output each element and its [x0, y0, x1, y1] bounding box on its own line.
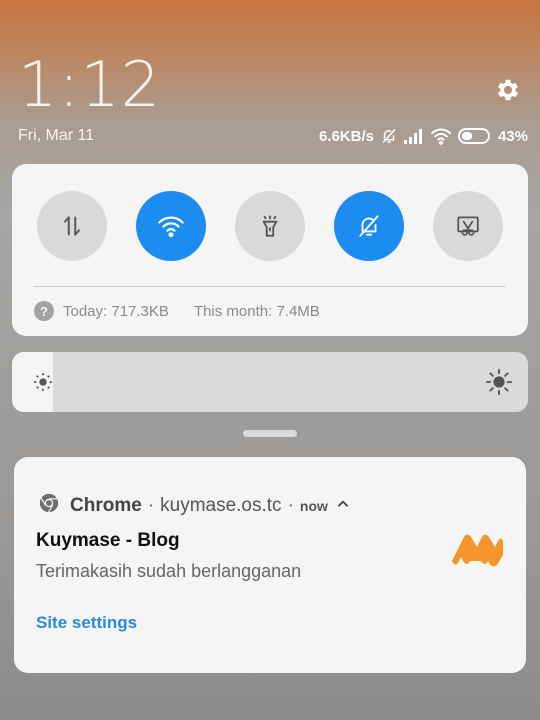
brightness-slider[interactable] [12, 352, 528, 412]
drag-handle[interactable] [243, 430, 297, 437]
data-arrows-icon [63, 216, 81, 236]
chevron-up-icon[interactable] [336, 495, 350, 517]
site-settings-button[interactable]: Site settings [36, 613, 137, 633]
mobile-data-tile[interactable] [37, 191, 107, 261]
notification-body: Terimakasih sudah berlangganan [36, 561, 302, 581]
bell-off-status-icon [380, 127, 398, 145]
bell-off-icon [359, 215, 379, 237]
brightness-high-icon [485, 368, 513, 401]
clock: 1:12 [18, 48, 162, 121]
silent-tile[interactable] [334, 191, 404, 261]
data-usage[interactable]: ? Today: 717.3KB This month: 7.4MB [34, 301, 320, 321]
notification-time: now [299, 498, 328, 514]
screenshot-tile[interactable] [433, 191, 503, 261]
wifi-tile[interactable] [136, 191, 206, 261]
date: Fri, Mar 11 [18, 127, 95, 144]
status-bar: 6.6KB/s 43% [319, 126, 528, 146]
network-speed: 6.6KB/s [318, 127, 374, 145]
quick-settings-panel: ? Today: 717.3KB This month: 7.4MB [12, 164, 528, 336]
battery-percent: 43% [497, 127, 528, 145]
kuymase-logo [450, 527, 504, 569]
notification-title: Kuymase - Blog [36, 530, 180, 551]
scissors-icon [457, 216, 479, 236]
divider [34, 286, 506, 287]
flashlight-icon [262, 215, 278, 237]
wifi-status-icon [430, 127, 452, 145]
notification-app: Chrome [70, 495, 142, 516]
usage-month: This month: 7.4MB [193, 302, 320, 320]
notification-source: kuymase.os.tc [160, 495, 282, 516]
quick-settings-tiles [37, 191, 503, 261]
notification-card[interactable]: Chrome · kuymase.os.tc · now Kuymase - B… [14, 457, 526, 673]
brightness-low-icon [32, 371, 54, 398]
gear-icon[interactable] [494, 76, 522, 104]
wifi-icon [158, 216, 184, 238]
flashlight-tile[interactable] [235, 191, 305, 261]
notification-header: Chrome · kuymase.os.tc · now [38, 492, 350, 520]
help-icon: ? [34, 301, 54, 321]
battery-icon [457, 127, 492, 145]
usage-today: Today: 717.3KB [63, 302, 169, 320]
chrome-icon [38, 492, 60, 520]
separator: · [287, 495, 294, 516]
separator: · [147, 495, 155, 516]
signal-icon [403, 128, 424, 144]
